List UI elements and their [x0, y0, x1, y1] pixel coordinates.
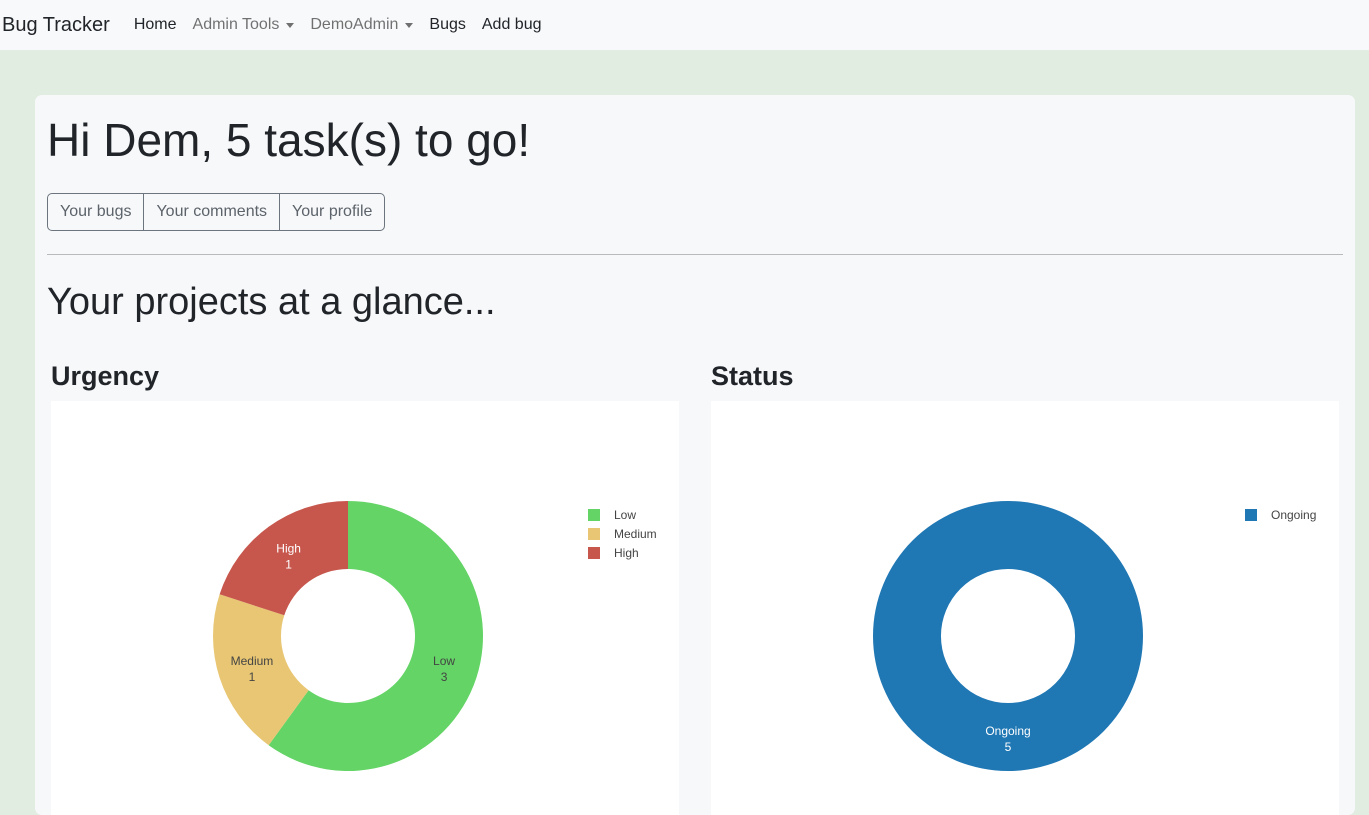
slice-value-low: 3 — [441, 670, 448, 684]
your-profile-button[interactable]: Your profile — [279, 194, 384, 230]
slice-label-low: Low — [433, 654, 455, 668]
nav-user-label: DemoAdmin — [310, 16, 399, 33]
status-chart: Ongoing 5 Ongoing — [711, 401, 1339, 815]
status-chart-title: Status — [711, 361, 794, 391]
legend-swatch-high[interactable] — [588, 547, 600, 559]
legend-swatch-low[interactable] — [588, 509, 600, 521]
urgency-chart: Low 3 Medium 1 High 1 Low Medium High — [51, 401, 679, 815]
chevron-down-icon — [405, 22, 414, 28]
nav-add-bug[interactable]: Add bug — [482, 16, 542, 34]
legend-label-medium[interactable]: Medium — [614, 527, 657, 541]
nav-add-bug-label: Add bug — [481, 16, 542, 33]
legend-label-high[interactable]: High — [614, 546, 639, 560]
slice-high[interactable] — [219, 501, 348, 616]
legend-swatch-ongoing[interactable] — [1245, 509, 1257, 521]
slice-value-ongoing: 5 — [1005, 740, 1012, 754]
nav-user-dropdown[interactable]: DemoAdmin — [310, 16, 414, 34]
greeting-heading: Hi Dem, 5 task(s) to go! — [47, 114, 531, 166]
slice-label-medium: Medium — [231, 654, 274, 668]
chevron-down-icon — [286, 22, 295, 28]
nav-bugs[interactable]: Bugs — [429, 16, 465, 34]
urgency-donut-chart: Low 3 Medium 1 High 1 Low Medium High — [213, 501, 657, 771]
nav-admin-tools-label: Admin Tools — [192, 16, 280, 33]
legend-swatch-medium[interactable] — [588, 528, 600, 540]
slice-value-high: 1 — [285, 557, 292, 571]
legend-label-low[interactable]: Low — [614, 508, 636, 522]
dashboard-card: Hi Dem, 5 task(s) to go! Your bugs Your … — [35, 95, 1355, 815]
section-title: Your projects at a glance... — [47, 281, 496, 323]
profile-button-group: Your bugs Your comments Your profile — [47, 193, 386, 231]
divider — [47, 254, 1343, 255]
nav-home[interactable]: Home — [134, 16, 177, 34]
slice-value-medium: 1 — [249, 670, 256, 684]
your-bugs-button[interactable]: Your bugs — [48, 194, 143, 230]
your-comments-button[interactable]: Your comments — [143, 194, 279, 230]
nav-admin-tools-dropdown[interactable]: Admin Tools — [193, 16, 295, 34]
urgency-chart-title: Urgency — [51, 361, 160, 391]
slice-label-ongoing: Ongoing — [985, 724, 1030, 738]
top-navbar: Bug Tracker Home Admin Tools DemoAdmin B… — [0, 0, 1369, 50]
navbar-brand[interactable]: Bug Tracker — [2, 14, 110, 37]
nav-bugs-label: Bugs — [429, 16, 466, 33]
status-donut-chart: Ongoing 5 Ongoing — [873, 501, 1316, 771]
legend-label-ongoing[interactable]: Ongoing — [1271, 508, 1316, 522]
nav-home-label: Home — [133, 16, 177, 33]
slice-label-high: High — [276, 541, 301, 555]
